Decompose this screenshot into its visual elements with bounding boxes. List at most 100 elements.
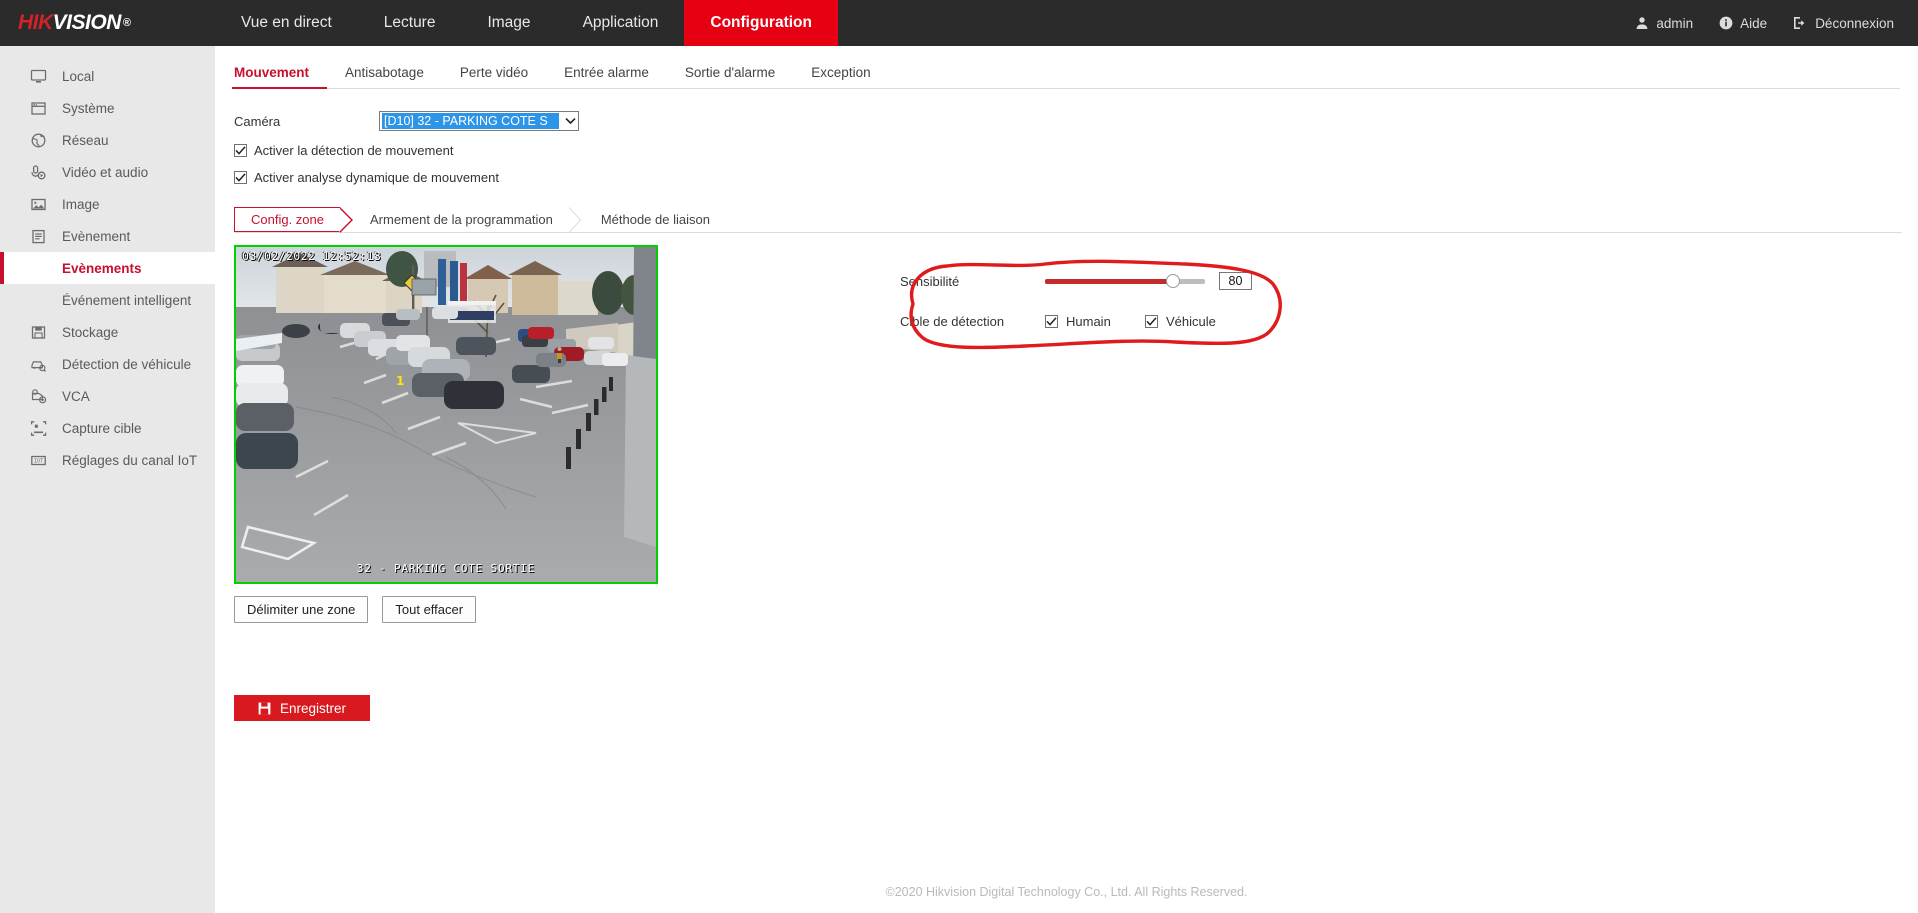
- tab-antisabotage[interactable]: Antisabotage: [327, 65, 442, 88]
- hikvision-logo[interactable]: HIK VISION ®: [0, 0, 215, 46]
- target-vehicule-checkbox[interactable]: [1145, 314, 1158, 328]
- enable-dynamic-analysis-label: Activer analyse dynamique de mouvement: [254, 170, 499, 185]
- tab-label: Antisabotage: [345, 65, 424, 80]
- enable-motion-detection-checkbox[interactable]: [234, 144, 247, 157]
- logout-button[interactable]: Déconnexion: [1793, 16, 1894, 31]
- camera-select[interactable]: [D10] 32 - PARKING COTE S: [379, 111, 579, 131]
- svg-text:IOT: IOT: [33, 458, 42, 464]
- sensitivity-value-input[interactable]: 80: [1219, 272, 1252, 290]
- target-vehicule-label: Véhicule: [1166, 313, 1216, 329]
- subtab-config-zone[interactable]: Config. zone: [234, 207, 353, 233]
- tab-entree-alarme[interactable]: Entrée alarme: [546, 65, 667, 88]
- zone-subtabs: Config. zone Armement de la programmatio…: [234, 207, 1902, 233]
- logout-icon: [1793, 16, 1808, 30]
- sidebar-item-reglages-du-canal-iot[interactable]: IOT Réglages du canal IoT: [0, 444, 215, 476]
- user-name: admin: [1656, 15, 1694, 31]
- tab-perte-video[interactable]: Perte vidéo: [442, 65, 546, 88]
- target-humain-checkbox[interactable]: [1045, 314, 1058, 328]
- picture-icon: [28, 196, 48, 213]
- main-navigation: Vue en direct Lecture Image Application …: [215, 0, 838, 46]
- clear-all-button[interactable]: Tout effacer: [382, 596, 477, 623]
- sidebar-label: Evènement: [62, 228, 131, 244]
- enable-motion-detection-row[interactable]: Activer la détection de mouvement: [234, 143, 1918, 158]
- sidebar-item-video-et-audio[interactable]: Vidéo et audio: [0, 156, 215, 188]
- top-bar: HIK VISION ® Vue en direct Lecture Image A…: [0, 0, 1918, 46]
- save-button-label: Enregistrer: [279, 700, 347, 716]
- tab-label: Sortie d'alarme: [684, 65, 776, 80]
- tab-label: Perte vidéo: [459, 65, 529, 80]
- sidebar-item-capture-cible[interactable]: Capture cible: [0, 412, 215, 444]
- sensitivity-label: Sensibilité: [900, 273, 960, 289]
- enable-dynamic-analysis-checkbox[interactable]: [234, 171, 247, 184]
- info-icon: [1719, 16, 1733, 30]
- tab-label: Exception: [811, 65, 871, 80]
- enable-dynamic-analysis-row[interactable]: Activer analyse dynamique de mouvement: [234, 170, 1918, 185]
- logo-registered: ®: [122, 17, 131, 29]
- nav-image[interactable]: Image: [461, 0, 556, 46]
- sidebar-item-evenement-intelligent[interactable]: Événement intelligent: [0, 284, 215, 316]
- sidebar-label: VCA: [62, 388, 90, 404]
- sidebar-item-systeme[interactable]: Système: [0, 92, 215, 124]
- sidebar-item-detection-de-vehicule[interactable]: Détection de véhicule: [0, 348, 215, 380]
- sidebar-item-vca[interactable]: VCA: [0, 380, 215, 412]
- subtab-methode-de-liaison[interactable]: Méthode de liaison: [584, 207, 726, 232]
- draw-area-button[interactable]: Délimiter une zone: [234, 596, 369, 623]
- sidebar-label: Vidéo et audio: [62, 164, 149, 180]
- sidebar-item-stockage[interactable]: Stockage: [0, 316, 215, 348]
- target-humain[interactable]: Humain: [1045, 314, 1145, 329]
- logo-vision: VISION: [52, 11, 122, 34]
- tab-exception[interactable]: Exception: [793, 65, 888, 88]
- sidebar: Local Système Réseau Vidéo et audio Imag…: [0, 46, 215, 913]
- sidebar-item-evenements[interactable]: Evènements: [0, 252, 215, 284]
- tab-label: Entrée alarme: [564, 65, 649, 80]
- camera-row: Caméra [D10] 32 - PARKING COTE S: [234, 111, 1918, 131]
- user-menu[interactable]: admin: [1635, 16, 1693, 31]
- sidebar-label: Réglages du canal IoT: [62, 452, 198, 468]
- top-right-actions: admin Aide Déconnexion: [1635, 0, 1918, 46]
- save-button[interactable]: Enregistrer: [234, 695, 370, 721]
- target-capture-icon: [28, 420, 48, 437]
- nav-configuration[interactable]: Configuration: [684, 0, 838, 46]
- sidebar-item-evenement[interactable]: Evènement: [0, 220, 215, 252]
- sidebar-label: Local: [62, 68, 95, 84]
- nav-application[interactable]: Application: [557, 0, 685, 46]
- sidebar-label: Stockage: [62, 324, 119, 340]
- subtab-armement-programmation[interactable]: Armement de la programmation: [354, 207, 569, 232]
- save-disk-icon: [258, 702, 271, 715]
- nav-vue-en-direct[interactable]: Vue en direct: [215, 0, 358, 46]
- sensitivity-row: Sensibilité 80: [900, 268, 1320, 294]
- detection-target-label: Cible de détection: [900, 313, 1005, 329]
- tab-sortie-alarme[interactable]: Sortie d'alarme: [667, 65, 793, 88]
- main-content: Mouvement Antisabotage Perte vidéo Entré…: [215, 46, 1918, 913]
- video-camera-overlay: 32 - PARKING COTE SORTIE: [356, 562, 536, 575]
- iot-icon: IOT: [28, 452, 48, 469]
- sidebar-item-local[interactable]: Local: [0, 60, 215, 92]
- slider-fill: [1045, 279, 1173, 284]
- chevron-down-icon[interactable]: [561, 112, 578, 130]
- help-label: Aide: [1740, 15, 1768, 31]
- tab-label: Mouvement: [234, 65, 310, 80]
- help-button[interactable]: Aide: [1719, 16, 1767, 31]
- sidebar-label: Réseau: [62, 132, 109, 148]
- sensitivity-slider[interactable]: [1045, 271, 1205, 291]
- sidebar-sub-label: Événement intelligent: [62, 292, 192, 308]
- user-icon: [1635, 16, 1649, 30]
- logo-hik: HIK: [18, 11, 53, 34]
- video-timestamp: 03/02/2022 12:52:13: [242, 249, 382, 263]
- tab-mouvement[interactable]: Mouvement: [232, 65, 328, 89]
- slider-handle[interactable]: [1166, 274, 1180, 288]
- video-preview[interactable]: 1 03/02/2022 12:52:13 32 - PARKING COTE …: [234, 245, 658, 584]
- enable-motion-detection-label: Activer la détection de mouvement: [254, 143, 454, 158]
- event-tabs: Mouvement Antisabotage Perte vidéo Entré…: [232, 56, 1900, 89]
- sidebar-label: Système: [62, 100, 115, 116]
- target-vehicule[interactable]: Véhicule: [1145, 314, 1216, 329]
- footer-copyright: ©2020 Hikvision Digital Technology Co., …: [885, 885, 1248, 899]
- sidebar-label: Détection de véhicule: [62, 356, 192, 372]
- sidebar-item-image[interactable]: Image: [0, 188, 215, 220]
- monitor-icon: [28, 68, 48, 85]
- subtab-label: Méthode de liaison: [600, 212, 710, 227]
- zone-buttons: Délimiter une zone Tout effacer: [234, 596, 1918, 623]
- nav-lecture[interactable]: Lecture: [358, 0, 462, 46]
- detection-settings: Sensibilité 80 Cible de détection Humain: [900, 268, 1320, 334]
- sidebar-item-reseau[interactable]: Réseau: [0, 124, 215, 156]
